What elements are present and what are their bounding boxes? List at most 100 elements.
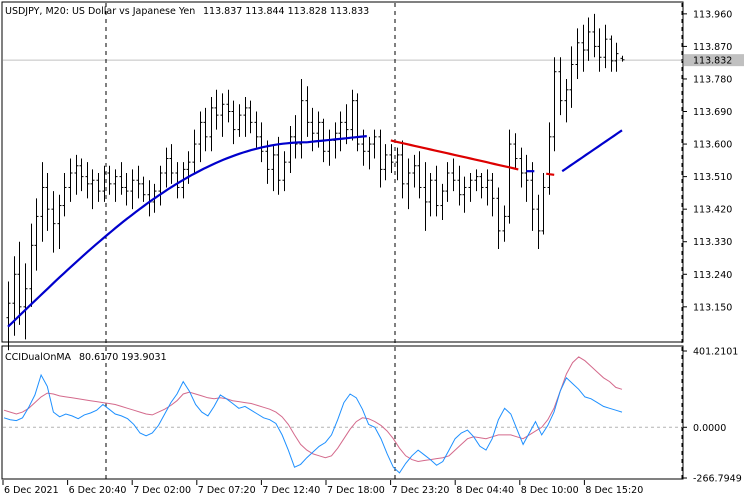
candle[interactable] (417, 151, 422, 199)
candle[interactable] (107, 165, 112, 195)
candle[interactable] (541, 173, 546, 235)
candle[interactable] (592, 13, 597, 58)
candle[interactable] (372, 129, 377, 159)
candle[interactable] (389, 144, 394, 173)
candle[interactable] (524, 154, 529, 202)
candle[interactable] (29, 223, 34, 307)
candle[interactable] (310, 107, 315, 152)
candle[interactable] (141, 176, 146, 202)
candle[interactable] (350, 89, 355, 141)
candle[interactable] (57, 194, 62, 249)
candle[interactable] (124, 173, 129, 206)
candle[interactable] (507, 129, 512, 224)
candle[interactable] (226, 89, 231, 123)
candle[interactable] (248, 100, 253, 134)
candle[interactable] (536, 194, 541, 249)
candle[interactable] (158, 165, 163, 206)
candle[interactable] (147, 180, 152, 217)
candle[interactable] (130, 169, 135, 210)
candle[interactable] (209, 97, 214, 152)
candle[interactable] (259, 122, 264, 163)
candle[interactable] (383, 144, 388, 181)
candle[interactable] (305, 86, 310, 137)
candle[interactable] (564, 78, 569, 123)
candle[interactable] (51, 191, 56, 253)
candle[interactable] (614, 42, 619, 72)
candle[interactable] (45, 173, 50, 231)
candle[interactable] (299, 78, 304, 159)
candle[interactable] (468, 173, 473, 202)
candle[interactable] (175, 162, 180, 199)
candle[interactable] (68, 158, 73, 202)
candle[interactable] (530, 162, 535, 231)
candle[interactable] (519, 147, 524, 188)
candle[interactable] (423, 162, 428, 231)
candle[interactable] (400, 140, 405, 199)
candle[interactable] (293, 115, 298, 159)
candle[interactable] (136, 165, 141, 199)
candle[interactable] (17, 241, 22, 325)
candle[interactable] (445, 162, 450, 202)
candle[interactable] (23, 263, 28, 340)
candle[interactable] (40, 162, 45, 242)
candle[interactable] (243, 97, 248, 137)
candle[interactable] (203, 107, 208, 152)
candle[interactable] (96, 173, 101, 202)
candle[interactable] (85, 162, 90, 199)
candle[interactable] (428, 173, 433, 217)
candle[interactable] (378, 129, 383, 188)
candle[interactable] (620, 55, 625, 62)
candle[interactable] (237, 104, 242, 137)
candle[interactable] (485, 169, 490, 206)
candle[interactable] (502, 205, 507, 242)
candle[interactable] (164, 147, 169, 188)
candle[interactable] (586, 17, 591, 61)
candle[interactable] (603, 24, 608, 69)
candle[interactable] (282, 151, 287, 192)
candle[interactable] (451, 158, 456, 192)
trading-chart[interactable]: 113.960 113.870 113.780 113.690 113.600 113.5… (0, 0, 750, 500)
candle[interactable] (575, 28, 580, 79)
candle[interactable] (609, 35, 614, 72)
candle[interactable] (288, 125, 293, 173)
candle[interactable] (490, 173, 495, 217)
candle[interactable] (355, 93, 360, 152)
candle[interactable] (440, 183, 445, 221)
candle[interactable] (462, 176, 467, 213)
candle[interactable] (74, 154, 79, 195)
candle[interactable] (434, 165, 439, 217)
candles[interactable] (6, 13, 625, 351)
candle[interactable] (254, 111, 259, 148)
candle[interactable] (198, 111, 203, 163)
candle[interactable] (220, 93, 225, 137)
candle[interactable] (406, 158, 411, 210)
candle[interactable] (34, 198, 39, 271)
candle[interactable] (62, 173, 67, 217)
candle[interactable] (192, 129, 197, 173)
candle[interactable] (479, 173, 484, 199)
candle[interactable] (581, 24, 586, 72)
candle[interactable] (457, 165, 462, 206)
candle[interactable] (412, 154, 417, 188)
candle[interactable] (231, 100, 236, 145)
candle[interactable] (169, 144, 174, 184)
candle[interactable] (513, 133, 518, 170)
candle[interactable] (361, 129, 366, 166)
candle[interactable] (12, 256, 17, 336)
candle[interactable] (552, 57, 557, 152)
candle[interactable] (79, 158, 84, 192)
candle[interactable] (395, 147, 400, 181)
candle[interactable] (186, 151, 191, 184)
candle[interactable] (569, 46, 574, 108)
candle[interactable] (496, 187, 501, 249)
candle[interactable] (474, 169, 479, 192)
candle[interactable] (113, 169, 118, 202)
candle[interactable] (338, 111, 343, 152)
candle[interactable] (367, 136, 372, 170)
candle[interactable] (214, 89, 219, 130)
candle[interactable] (558, 57, 563, 116)
candle[interactable] (547, 122, 552, 195)
candle[interactable] (90, 169, 95, 210)
candle[interactable] (119, 162, 124, 195)
candle[interactable] (6, 281, 11, 351)
